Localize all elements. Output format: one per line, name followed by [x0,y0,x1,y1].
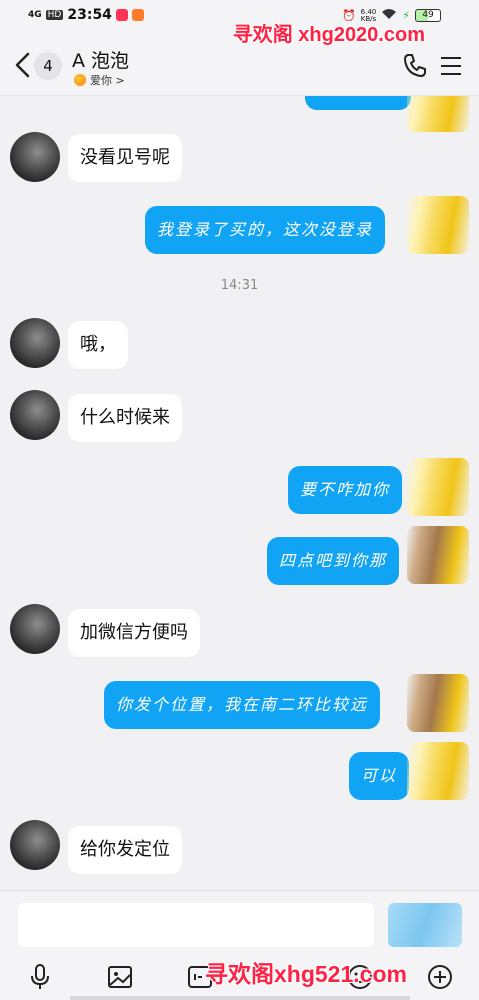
sender-avatar-scribbled [407,196,469,254]
contact-avatar[interactable] [10,604,60,654]
home-indicator[interactable] [70,996,410,1000]
contact-avatar[interactable] [10,820,60,870]
watermark: 寻欢阁 xhg2020.com [232,24,425,46]
sender-avatar-scribbled [407,674,469,732]
message-input[interactable] [18,903,374,947]
message-bubble-out[interactable]: 你发个位置，我在南二环比较远 [104,681,381,729]
plus-icon[interactable] [426,963,454,991]
message-bubble-out[interactable]: 可以 [349,752,410,800]
message-bubble-in[interactable]: 给你发定位 [68,826,182,874]
message-bubble-in[interactable]: 没看见号呢 [68,134,182,182]
chat-area[interactable]: 没看见号呢 我登录了买的，这次没登录 14:31 哦， 什么时候来 要不咋加你 … [0,96,479,890]
message-bubble-out[interactable]: 要不咋加你 [288,466,403,514]
message-bubble-in[interactable]: 哦， [68,321,128,369]
watermark: 寻欢阁xhg521.com [205,961,407,987]
phone-icon[interactable] [402,52,428,78]
sender-avatar-scribbled [407,526,469,584]
network-indicator: 4G [28,10,42,20]
app-notification-icon [131,9,144,21]
app-notification-icon [115,9,128,21]
hd-badge: HD [45,10,64,20]
message-bubble-in[interactable]: 加微信方便吗 [68,609,200,657]
contact-name[interactable]: A 泡泡 [72,46,129,73]
message-bubble-out[interactable]: 我登录了买的，这次没登录 [145,206,386,254]
contact-avatar[interactable] [10,318,60,368]
sender-avatar-scribbled [407,96,469,132]
contact-avatar[interactable] [10,390,60,440]
message-bubble-out-partial[interactable] [305,96,411,110]
contact-avatar[interactable] [10,132,60,182]
message-bubble-out[interactable]: 四点吧到你那 [267,537,400,585]
message-bubble-in[interactable]: 什么时候来 [68,394,182,442]
unread-count-badge[interactable]: 4 [34,52,62,80]
message-timestamp: 14:31 [220,278,259,293]
mic-icon[interactable] [26,963,54,991]
status-time: 23:54 [67,7,112,23]
send-button[interactable] [388,903,462,947]
sender-avatar-scribbled [407,742,469,800]
image-icon[interactable] [106,963,134,991]
sender-avatar-scribbled [407,458,469,516]
contact-status[interactable]: 爱你 > [74,72,125,88]
back-icon[interactable] [12,50,34,80]
menu-icon[interactable] [439,54,463,78]
flame-icon [74,74,86,86]
